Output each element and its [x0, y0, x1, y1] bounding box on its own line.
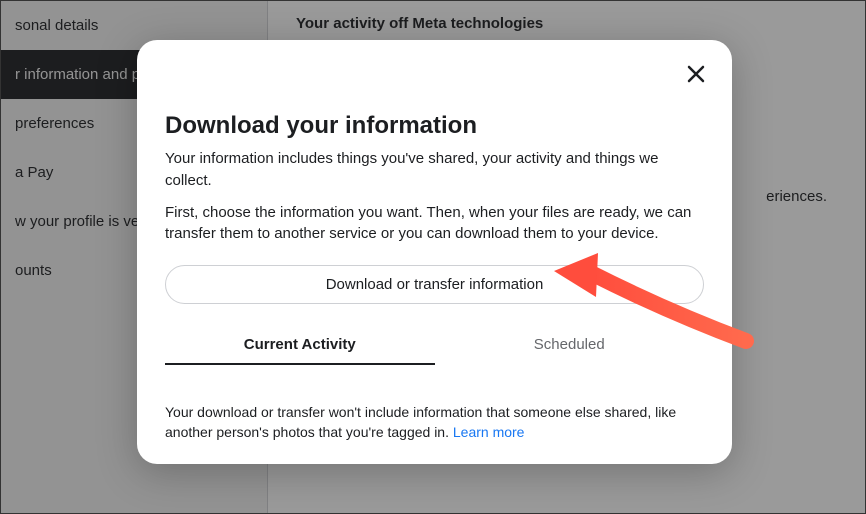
tab-scheduled[interactable]: Scheduled	[435, 326, 705, 365]
tab-current-activity[interactable]: Current Activity	[165, 326, 435, 365]
modal-description-1: Your information includes things you've …	[165, 148, 704, 192]
footnote-text: Your download or transfer won't include …	[165, 404, 676, 440]
modal-title: Download your information	[165, 112, 704, 140]
modal-tabs: Current Activity Scheduled	[165, 326, 704, 366]
download-info-modal: Download your information Your informati…	[137, 40, 732, 464]
close-icon	[686, 64, 706, 84]
learn-more-link[interactable]: Learn more	[453, 424, 525, 440]
close-button[interactable]	[680, 58, 712, 90]
modal-description-2: First, choose the information you want. …	[165, 202, 704, 246]
download-transfer-button[interactable]: Download or transfer information	[165, 265, 704, 304]
modal-footnote: Your download or transfer won't include …	[165, 402, 704, 443]
